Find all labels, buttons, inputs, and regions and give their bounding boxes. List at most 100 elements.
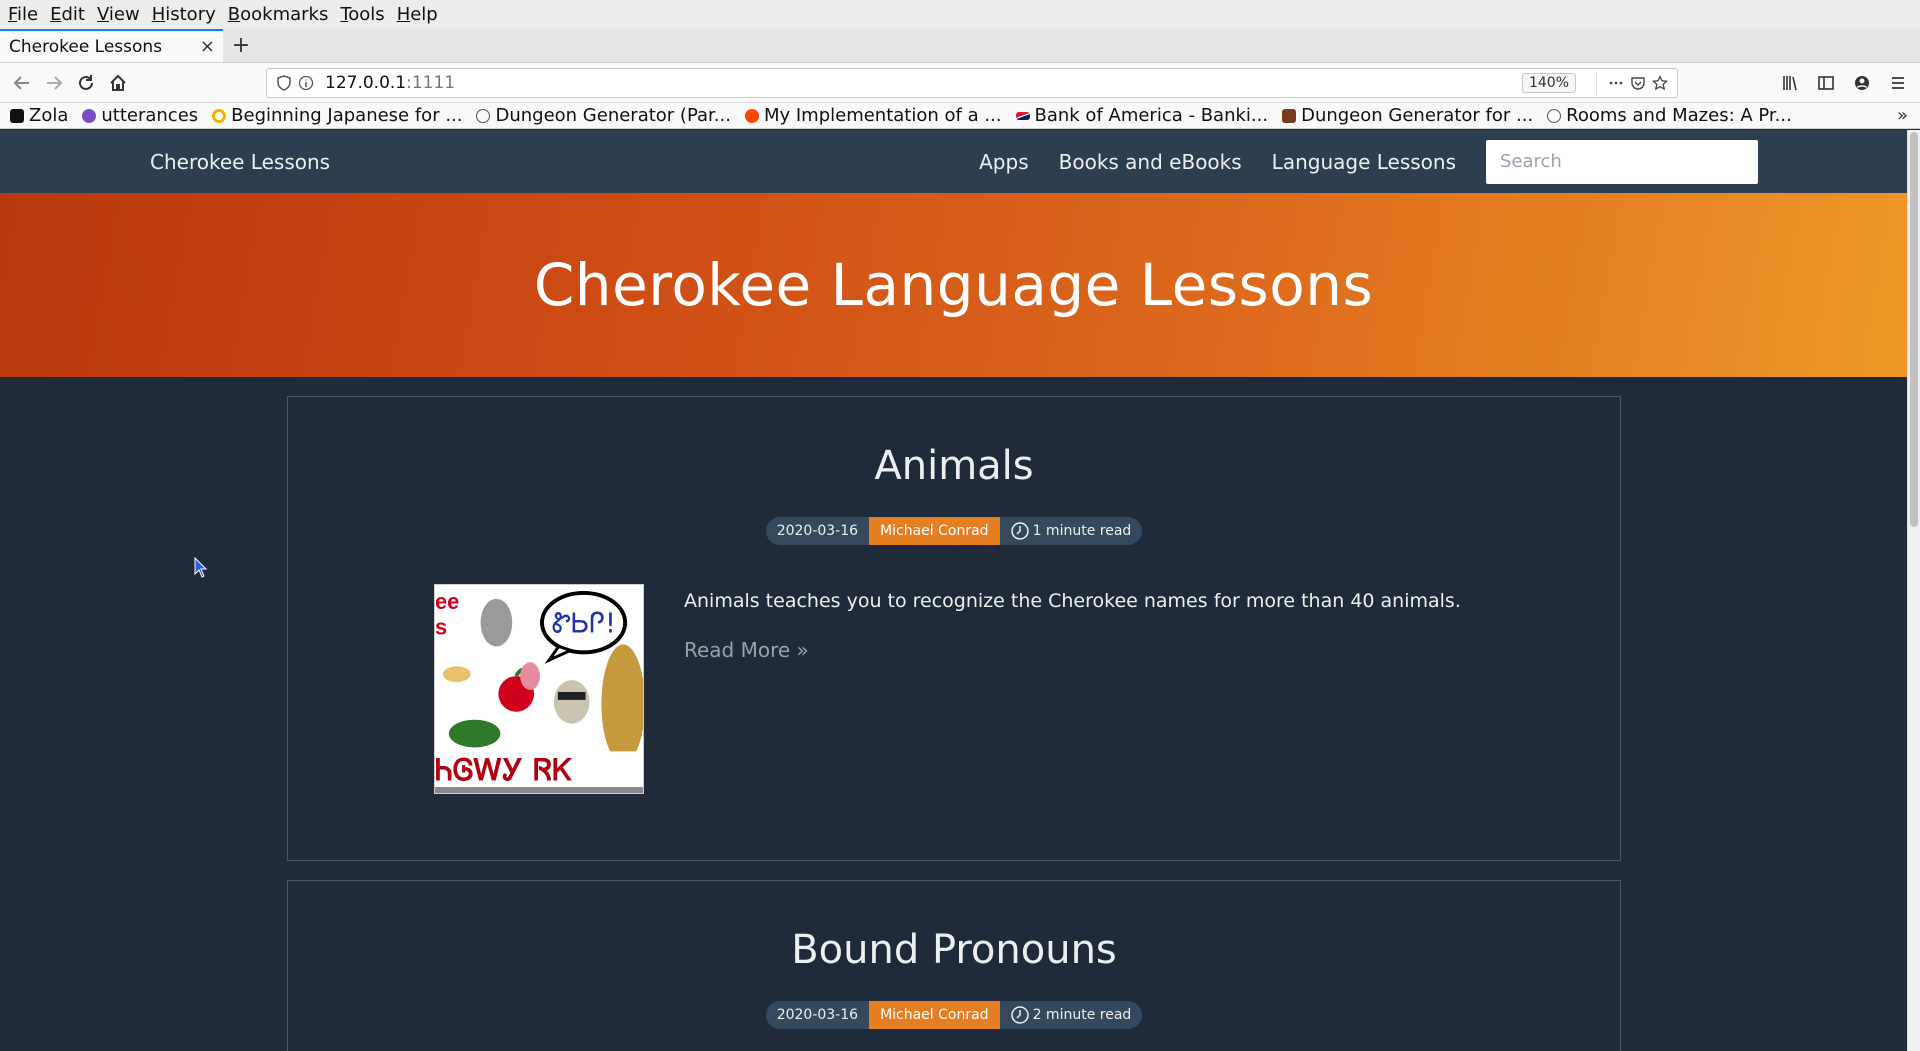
reddit-icon <box>744 108 759 123</box>
globe-icon <box>476 108 491 123</box>
page-scrollbar[interactable] <box>1907 130 1920 1051</box>
bookmarks-toolbar: Zola utterances Beginning Japanese for .… <box>0 103 1920 129</box>
post-author[interactable]: Michael Conrad <box>869 517 1000 545</box>
bookmark-label: utterances <box>101 105 199 126</box>
sidebar-button[interactable] <box>1810 67 1842 99</box>
arrow-right-icon <box>47 75 63 90</box>
tab-title: Cherokee Lessons <box>9 36 163 57</box>
post-title[interactable]: Bound Pronouns <box>288 881 1620 973</box>
post-card: Animals 2020-03-16 Michael Conrad 1 minu… <box>287 396 1621 861</box>
svg-text:s: s <box>435 615 447 640</box>
bubble-text: ᏑᏏᎵ! <box>552 607 616 640</box>
nav-link-books[interactable]: Books and eBooks <box>1059 150 1242 174</box>
page-title: Cherokee Language Lessons <box>533 251 1374 319</box>
site-nav-links: Apps Books and eBooks Language Lessons <box>949 139 1758 184</box>
bookmark-item[interactable]: Zola <box>10 105 68 126</box>
menu-file[interactable]: File <box>2 0 44 29</box>
reload-button[interactable] <box>70 67 102 99</box>
dungeon-icon <box>1282 108 1297 123</box>
bookmark-item[interactable]: My Implementation of a ... <box>744 105 1002 126</box>
home-icon <box>110 74 126 91</box>
menu-view[interactable]: View <box>91 0 146 29</box>
bookmarks-overflow-icon[interactable]: » <box>1897 105 1908 126</box>
menu-history[interactable]: History <box>146 0 222 29</box>
read-time-text: 2 minute read <box>1032 1007 1132 1023</box>
clock-icon <box>1010 521 1030 541</box>
nav-link-apps[interactable]: Apps <box>979 150 1029 174</box>
star-icon[interactable] <box>1649 72 1671 94</box>
menu-bookmarks[interactable]: Bookmarks <box>222 0 335 29</box>
url-bar[interactable]: 127.0.0.1:1111 140% <box>266 67 1678 98</box>
post-body: ee s ᏑᏏᎵ! ᏂᎶᎳᎩ ᏒᏦ Animals teaches you to… <box>288 584 1620 794</box>
mouse-cursor-icon <box>194 557 208 578</box>
back-button[interactable] <box>6 67 38 99</box>
zola-icon <box>10 108 24 123</box>
menu-button[interactable] <box>1882 67 1914 99</box>
search-input[interactable] <box>1486 139 1758 184</box>
zoom-indicator[interactable]: 140% <box>1521 72 1576 93</box>
arrow-left-icon <box>13 75 29 90</box>
post-thumbnail[interactable]: ee s ᏑᏏᎵ! ᏂᎶᎳᎩ ᏒᏦ <box>434 584 644 794</box>
post-read-time: 2 minute read <box>999 1001 1143 1029</box>
bookmark-label: My Implementation of a ... <box>763 105 1002 126</box>
svg-text:ee: ee <box>435 589 459 614</box>
read-time-text: 1 minute read <box>1032 523 1132 539</box>
bookmark-item[interactable]: Bank of America - Banki... <box>1015 105 1269 126</box>
shield-icon[interactable] <box>273 72 295 94</box>
navigation-toolbar: 127.0.0.1:1111 140% <box>0 63 1920 103</box>
bookmark-label: Rooms and Mazes: A Pr... <box>1566 105 1792 126</box>
post-title[interactable]: Animals <box>288 397 1620 489</box>
hero-banner: Cherokee Language Lessons <box>0 193 1907 377</box>
account-icon <box>1855 75 1869 90</box>
utterances-icon <box>82 108 97 123</box>
bookmark-item[interactable]: utterances <box>82 105 198 126</box>
post-excerpt: Animals teaches you to recognize the Che… <box>684 584 1461 794</box>
animals-collage-image: ee s ᏑᏏᎵ! ᏂᎶᎳᎩ ᏒᏦ <box>435 585 643 793</box>
info-icon[interactable] <box>295 72 317 94</box>
forward-button[interactable] <box>38 67 70 99</box>
url-text[interactable]: 127.0.0.1:1111 <box>317 73 1522 93</box>
excerpt-text: Animals teaches you to recognize the Che… <box>684 590 1461 612</box>
more-actions-icon[interactable] <box>1605 72 1627 94</box>
bank-flag-icon <box>1015 111 1030 120</box>
hamburger-icon <box>1892 76 1904 89</box>
post-date: 2020-03-16 <box>765 517 870 545</box>
url-separator <box>1596 71 1597 94</box>
menu-bar: File Edit View History Bookmarks Tools H… <box>0 0 1920 29</box>
bookmark-item[interactable]: Rooms and Mazes: A Pr... <box>1547 105 1792 126</box>
url-host: 127.0.0.1 <box>325 72 407 93</box>
reload-icon <box>79 74 93 90</box>
bookmark-label: Beginning Japanese for ... <box>231 105 463 126</box>
close-icon[interactable]: × <box>200 36 215 57</box>
bookmark-label: Dungeon Generator for ... <box>1301 105 1534 126</box>
new-tab-button[interactable]: + <box>223 29 259 62</box>
scrollbar-thumb[interactable] <box>1910 132 1918 527</box>
menu-edit[interactable]: Edit <box>44 0 91 29</box>
toolbar-right <box>1774 67 1914 99</box>
post-author[interactable]: Michael Conrad <box>869 1001 1000 1029</box>
menu-help[interactable]: Help <box>391 0 444 29</box>
clock-icon <box>1010 1005 1030 1025</box>
post-date: 2020-03-16 <box>765 1001 870 1029</box>
site-brand-link[interactable]: Cherokee Lessons <box>150 150 330 174</box>
library-icon <box>1783 75 1797 90</box>
pocket-icon[interactable] <box>1627 72 1649 94</box>
home-button[interactable] <box>102 67 134 99</box>
menu-tools[interactable]: Tools <box>334 0 390 29</box>
bookmark-item[interactable]: Dungeon Generator (Par... <box>476 105 731 126</box>
library-button[interactable] <box>1774 67 1806 99</box>
nav-link-language-lessons[interactable]: Language Lessons <box>1272 150 1456 174</box>
globe-icon <box>1547 108 1562 123</box>
page-content: Cherokee Lessons Apps Books and eBooks L… <box>0 130 1907 1051</box>
read-more-link[interactable]: Read More » <box>684 638 809 662</box>
site-navbar: Cherokee Lessons Apps Books and eBooks L… <box>0 130 1907 193</box>
account-button[interactable] <box>1846 67 1878 99</box>
bookmark-label: Bank of America - Banki... <box>1034 105 1269 126</box>
bookmark-label: Dungeon Generator (Par... <box>495 105 731 126</box>
tab-bar: Cherokee Lessons × + <box>0 29 1920 63</box>
ring-icon <box>212 108 227 123</box>
tab-cherokee-lessons[interactable]: Cherokee Lessons × <box>0 29 223 62</box>
post-meta: 2020-03-16 Michael Conrad 2 minute read <box>288 1001 1620 1029</box>
bookmark-item[interactable]: Dungeon Generator for ... <box>1282 105 1533 126</box>
bookmark-item[interactable]: Beginning Japanese for ... <box>212 105 462 126</box>
